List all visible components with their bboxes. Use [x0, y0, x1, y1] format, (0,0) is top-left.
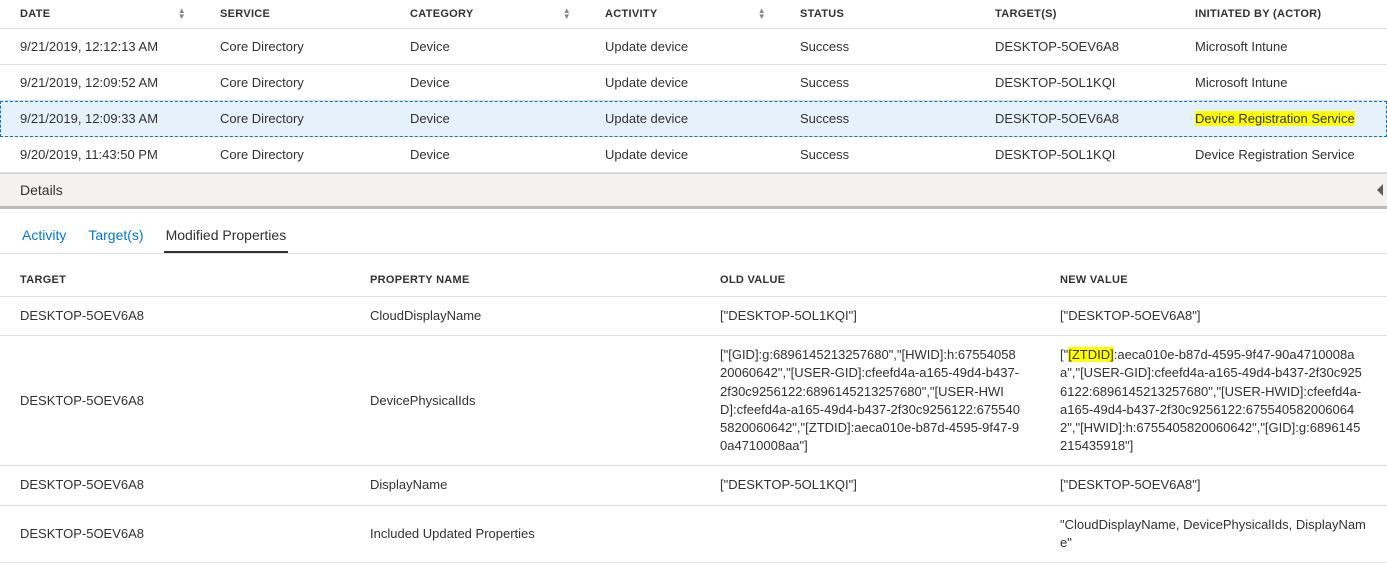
- cell-property: DevicePhysicalIds: [350, 336, 700, 466]
- col-date[interactable]: DATE ▲▼: [0, 0, 200, 29]
- col-activity[interactable]: ACTIVITY ▲▼: [585, 0, 780, 29]
- details-label: Details: [20, 182, 63, 198]
- cell-target: DESKTOP-5OEV6A8: [0, 505, 350, 562]
- cell-category: Device: [390, 29, 585, 65]
- col-old-value[interactable]: OLD VALUE: [700, 260, 1040, 297]
- details-panel-header[interactable]: Details: [0, 173, 1387, 209]
- tab-targets[interactable]: Target(s): [86, 227, 145, 253]
- cell-category: Device: [390, 101, 585, 137]
- cell-service: Core Directory: [200, 137, 390, 173]
- details-tabs: Activity Target(s) Modified Properties: [0, 209, 1387, 254]
- table-row[interactable]: 9/21/2019, 12:09:33 AM Core Directory De…: [0, 101, 1387, 137]
- table-row[interactable]: DESKTOP-5OEV6A8 Included Updated Propert…: [0, 505, 1387, 562]
- cell-category: Device: [390, 137, 585, 173]
- cell-status: Success: [780, 29, 975, 65]
- col-new-value[interactable]: NEW VALUE: [1040, 260, 1387, 297]
- table-row[interactable]: DESKTOP-5OEV6A8 CloudDisplayName ["DESKT…: [0, 297, 1387, 336]
- cell-date: 9/21/2019, 12:09:52 AM: [0, 65, 200, 101]
- cell-property: CloudDisplayName: [350, 297, 700, 336]
- cell-actor: Device Registration Service: [1175, 137, 1387, 173]
- cell-old-value: [700, 505, 1040, 562]
- cell-new-value: ["DESKTOP-5OEV6A8"]: [1040, 297, 1387, 336]
- cell-activity: Update device: [585, 29, 780, 65]
- table-row[interactable]: DESKTOP-5OEV6A8 DevicePhysicalIds ["[GID…: [0, 336, 1387, 466]
- cell-property: DisplayName: [350, 466, 700, 505]
- cell-property: Included Updated Properties: [350, 505, 700, 562]
- col-status[interactable]: STATUS: [780, 0, 975, 29]
- highlighted-ztdid: [ZTDID]: [1068, 347, 1114, 362]
- sort-icon[interactable]: ▲▼: [178, 8, 186, 20]
- col-target[interactable]: TARGET: [0, 260, 350, 297]
- highlighted-actor: Device Registration Service: [1195, 111, 1355, 126]
- sort-icon[interactable]: ▲▼: [563, 8, 571, 20]
- cell-old-value: ["DESKTOP-5OL1KQI"]: [700, 466, 1040, 505]
- cell-service: Core Directory: [200, 101, 390, 137]
- col-category[interactable]: CATEGORY ▲▼: [390, 0, 585, 29]
- tab-modified-properties[interactable]: Modified Properties: [164, 227, 289, 253]
- props-header-row: TARGET PROPERTY NAME OLD VALUE NEW VALUE: [0, 260, 1387, 297]
- cell-status: Success: [780, 101, 975, 137]
- cell-activity: Update device: [585, 101, 780, 137]
- cell-date: 9/21/2019, 12:09:33 AM: [0, 101, 200, 137]
- table-row[interactable]: 9/20/2019, 11:43:50 PM Core Directory De…: [0, 137, 1387, 173]
- cell-target: DESKTOP-5OEV6A8: [0, 336, 350, 466]
- tab-activity[interactable]: Activity: [20, 227, 68, 253]
- cell-date: 9/20/2019, 11:43:50 PM: [0, 137, 200, 173]
- cell-activity: Update device: [585, 65, 780, 101]
- col-targets[interactable]: TARGET(S): [975, 0, 1175, 29]
- cell-targets: DESKTOP-5OL1KQI: [975, 137, 1175, 173]
- table-row[interactable]: DESKTOP-5OEV6A8 DisplayName ["DESKTOP-5O…: [0, 466, 1387, 505]
- cell-actor: Microsoft Intune: [1175, 65, 1387, 101]
- col-service[interactable]: SERVICE: [200, 0, 390, 29]
- audit-header-row: DATE ▲▼ SERVICE CATEGORY ▲▼ ACTIVITY ▲▼ …: [0, 0, 1387, 29]
- sort-icon[interactable]: ▲▼: [758, 8, 766, 20]
- cell-targets: DESKTOP-5OEV6A8: [975, 29, 1175, 65]
- cell-target: DESKTOP-5OEV6A8: [0, 466, 350, 505]
- cell-actor: Microsoft Intune: [1175, 29, 1387, 65]
- cell-target: DESKTOP-5OEV6A8: [0, 297, 350, 336]
- cell-targets: DESKTOP-5OL1KQI: [975, 65, 1175, 101]
- cell-new-value: ["[ZTDID]:aeca010e-b87d-4595-9f47-90a471…: [1040, 336, 1387, 466]
- modified-properties-table: TARGET PROPERTY NAME OLD VALUE NEW VALUE…: [0, 260, 1387, 563]
- cell-status: Success: [780, 137, 975, 173]
- cell-new-value: "CloudDisplayName, DevicePhysicalIds, Di…: [1040, 505, 1387, 562]
- cell-service: Core Directory: [200, 29, 390, 65]
- audit-log-table: DATE ▲▼ SERVICE CATEGORY ▲▼ ACTIVITY ▲▼ …: [0, 0, 1387, 173]
- cell-status: Success: [780, 65, 975, 101]
- cell-category: Device: [390, 65, 585, 101]
- cell-activity: Update device: [585, 137, 780, 173]
- table-row[interactable]: 9/21/2019, 12:12:13 AM Core Directory De…: [0, 29, 1387, 65]
- cell-service: Core Directory: [200, 65, 390, 101]
- col-property-name[interactable]: PROPERTY NAME: [350, 260, 700, 297]
- cell-date: 9/21/2019, 12:12:13 AM: [0, 29, 200, 65]
- cell-targets: DESKTOP-5OEV6A8: [975, 101, 1175, 137]
- table-row[interactable]: 9/21/2019, 12:09:52 AM Core Directory De…: [0, 65, 1387, 101]
- cell-new-value: ["DESKTOP-5OEV6A8"]: [1040, 466, 1387, 505]
- cell-actor: Device Registration Service: [1175, 101, 1387, 137]
- cell-old-value: ["DESKTOP-5OL1KQI"]: [700, 297, 1040, 336]
- col-actor[interactable]: INITIATED BY (ACTOR): [1175, 0, 1387, 29]
- cell-old-value: ["[GID]:g:6896145213257680","[HWID]:h:67…: [700, 336, 1040, 466]
